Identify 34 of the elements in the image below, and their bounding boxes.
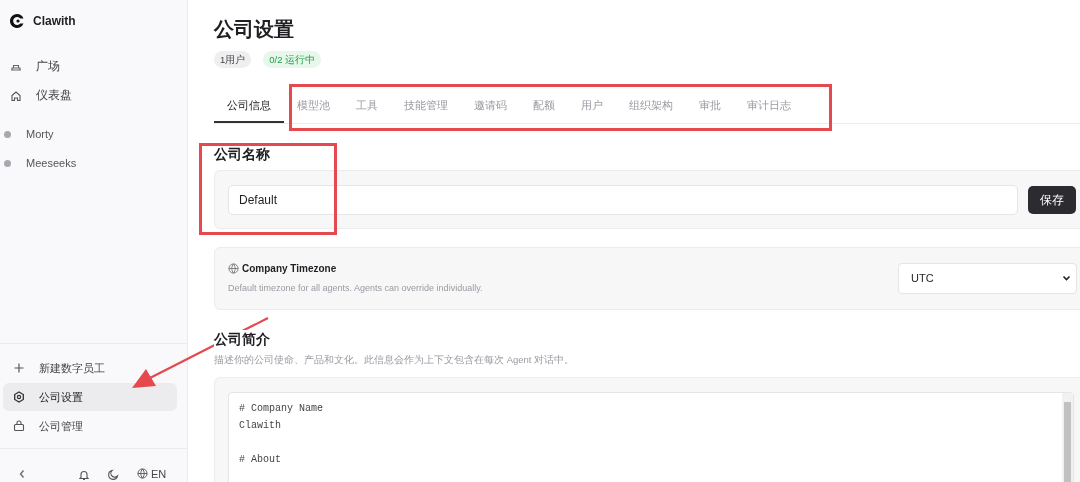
company-name-field[interactable]: Default <box>228 184 1018 215</box>
section-description: 描述你的公司使命、产品和文化。此信息会作为上下文包含在每次 Agent 对话中。 <box>214 353 576 367</box>
home-icon <box>10 90 22 102</box>
globe-icon <box>228 263 239 275</box>
settings-icon <box>13 391 25 403</box>
chevron-down-icon <box>1062 275 1071 282</box>
section-heading: 公司简介 <box>214 330 272 348</box>
plus-icon <box>13 362 25 374</box>
sidebar-item[interactable]: 公司设置 <box>3 383 177 411</box>
page-title: 公司设置 <box>214 17 295 42</box>
logo-icon <box>9 13 25 29</box>
agent-item[interactable]: Meeseeks <box>0 149 187 178</box>
save-button[interactable]: 保存 <box>1028 185 1076 214</box>
nav-item[interactable]: 广场 <box>0 53 187 81</box>
text-area[interactable]: # Company Name Clawith # About <box>228 392 1074 482</box>
badge: 0/2 运行中 <box>263 51 322 68</box>
bell-icon[interactable] <box>78 469 90 481</box>
chevron-left-icon[interactable] <box>18 469 26 479</box>
language-button[interactable]: EN <box>137 465 167 482</box>
bag-icon <box>13 420 25 432</box>
nav-item[interactable]: 仪表盘 <box>0 82 187 110</box>
badge: 1用户 <box>214 51 252 68</box>
setting-description: Default timezone for all agents. Agents can override individually. <box>228 282 484 296</box>
timezone-select[interactable]: UTC <box>898 263 1077 294</box>
globe-icon <box>137 468 148 480</box>
sidebar-item[interactable]: 新建数字员工 <box>3 354 177 382</box>
brand-name: Clawith <box>33 13 76 30</box>
sidebar-item[interactable]: 公司管理 <box>3 412 177 440</box>
section-heading: 公司名称 <box>214 145 271 163</box>
agent-item[interactable]: Morty <box>0 120 187 149</box>
tab[interactable]: 公司信息 <box>214 90 284 123</box>
moon-icon[interactable] <box>107 469 119 481</box>
setting-title: Company Timezone <box>242 262 337 277</box>
scrollbar[interactable] <box>1062 393 1073 482</box>
